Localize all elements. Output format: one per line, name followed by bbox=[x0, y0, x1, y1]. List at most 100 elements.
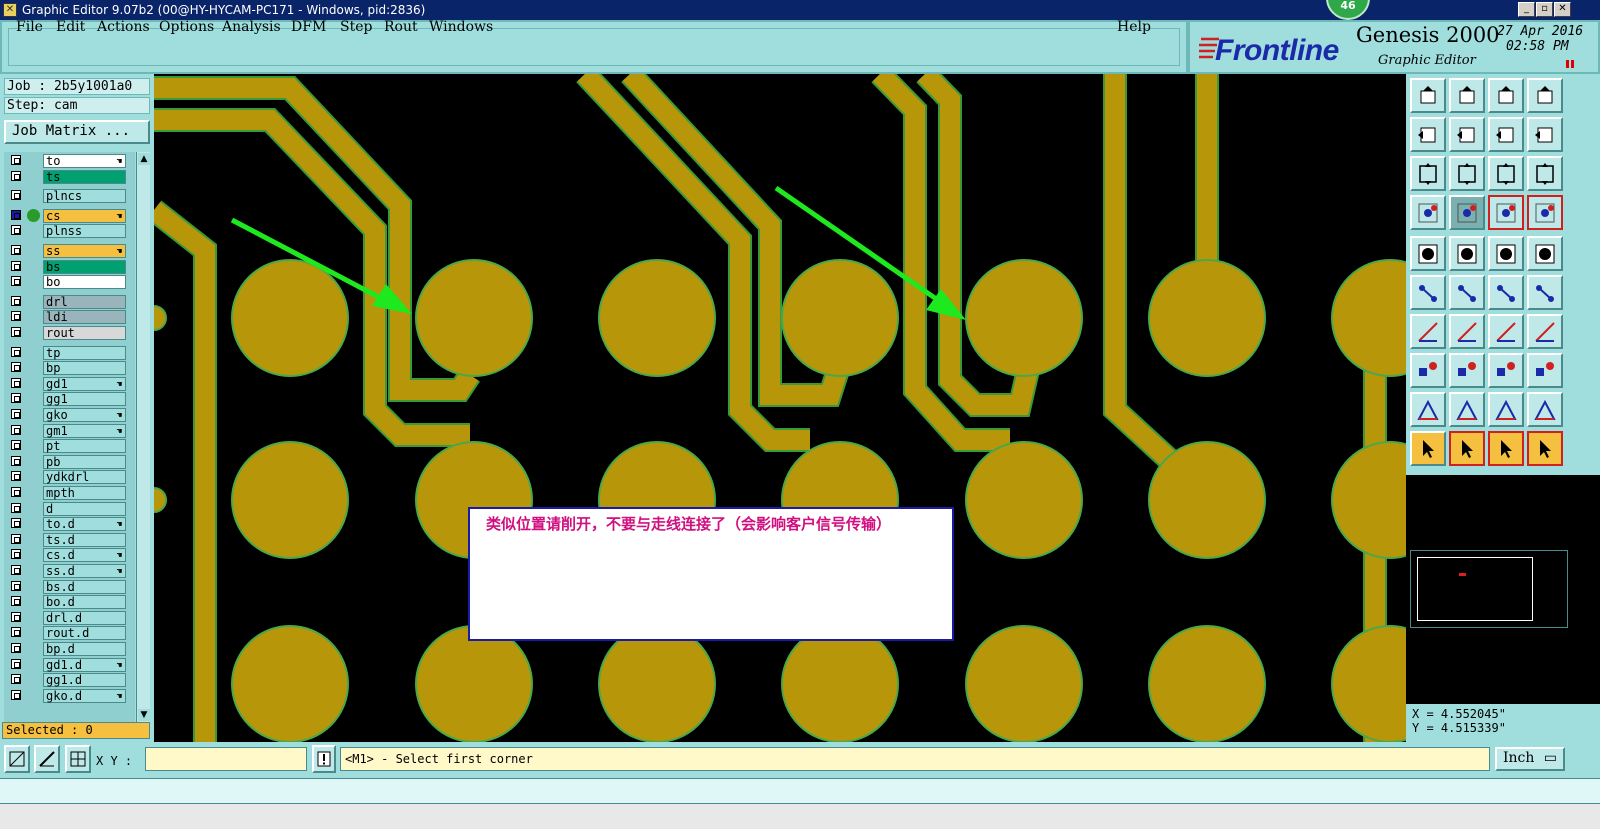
snap-button[interactable] bbox=[1488, 195, 1524, 230]
layer-row[interactable]: bs.d bbox=[8, 579, 126, 594]
layer-row[interactable]: gd1.d ☚ bbox=[8, 657, 126, 672]
select-poly-button[interactable] bbox=[1488, 431, 1524, 466]
layer-row[interactable]: gd1 ☚ bbox=[8, 376, 126, 391]
layer-checkbox[interactable] bbox=[11, 596, 21, 607]
layer-row[interactable]: d bbox=[8, 501, 126, 516]
split-button[interactable] bbox=[1449, 353, 1485, 388]
layer-checkbox[interactable] bbox=[11, 260, 21, 271]
layer-row[interactable]: rout bbox=[8, 326, 126, 340]
layer-row[interactable]: to ☚ bbox=[8, 154, 126, 168]
layer-row[interactable]: rout.d bbox=[8, 626, 126, 641]
snap-grid-button[interactable] bbox=[65, 745, 91, 773]
layer-row[interactable]: gko ☚ bbox=[8, 408, 126, 422]
alert-button[interactable] bbox=[312, 745, 336, 773]
layer-checkbox[interactable] bbox=[11, 643, 21, 653]
menu-windows[interactable]: Windows bbox=[429, 19, 493, 35]
layer-row[interactable]: ss.d ☚ bbox=[8, 564, 126, 578]
layer-checkbox[interactable] bbox=[11, 393, 21, 404]
zoom-fit-button[interactable] bbox=[1410, 156, 1446, 191]
snap-pad-button[interactable] bbox=[1527, 195, 1563, 230]
line-tool-button[interactable] bbox=[1449, 314, 1485, 349]
layer-checkbox[interactable] bbox=[11, 362, 21, 373]
overview-map[interactable] bbox=[1410, 550, 1568, 628]
layer-checkbox[interactable] bbox=[11, 580, 21, 591]
zoom-1-2-button[interactable] bbox=[1488, 156, 1524, 191]
pan-left-button[interactable] bbox=[1410, 117, 1446, 152]
layer-row[interactable]: gm1 ☚ bbox=[8, 423, 126, 438]
layer-row[interactable]: bo.d bbox=[8, 595, 126, 610]
maximize-button[interactable]: ▫ bbox=[1536, 2, 1553, 17]
scroll-down-icon[interactable]: ▼ bbox=[138, 709, 150, 721]
layer-checkbox[interactable] bbox=[11, 440, 21, 451]
menu-file[interactable]: File bbox=[16, 19, 43, 35]
menu-analysis[interactable]: Analysis bbox=[222, 19, 281, 35]
layer-checkbox[interactable] bbox=[11, 549, 21, 560]
layer-row[interactable]: ts.d bbox=[8, 532, 126, 547]
ruler-button[interactable] bbox=[1488, 236, 1524, 271]
layer-checkbox[interactable] bbox=[11, 689, 21, 700]
layer-checkbox[interactable] bbox=[11, 170, 21, 181]
select-button[interactable] bbox=[1410, 431, 1446, 466]
layer-row[interactable]: tp bbox=[8, 345, 126, 360]
text-button[interactable] bbox=[1527, 314, 1563, 349]
menu-actions[interactable]: Actions bbox=[97, 19, 150, 35]
tools-button[interactable] bbox=[1410, 195, 1446, 230]
layer-row[interactable]: bo bbox=[8, 275, 126, 290]
layer-row[interactable]: gg1.d bbox=[8, 673, 126, 688]
add-pad-button[interactable] bbox=[1410, 236, 1446, 271]
layer-checkbox[interactable] bbox=[11, 295, 21, 306]
split-view-button[interactable] bbox=[1527, 78, 1563, 113]
home-button[interactable] bbox=[1488, 78, 1524, 113]
layer-checkbox[interactable] bbox=[11, 658, 21, 669]
layer-checkbox[interactable] bbox=[11, 155, 21, 165]
layer-checkbox[interactable] bbox=[11, 627, 21, 638]
move-feature-button[interactable] bbox=[1527, 275, 1563, 310]
pan-right-button[interactable] bbox=[1449, 117, 1485, 152]
layer-checkbox[interactable] bbox=[11, 377, 21, 388]
job-matrix-button[interactable]: Job Matrix ... bbox=[4, 120, 150, 144]
layer-row[interactable]: gko.d ☚ bbox=[8, 688, 126, 703]
layer-checkbox[interactable] bbox=[11, 502, 21, 513]
layer-checkbox[interactable] bbox=[11, 245, 21, 255]
redo-view-button[interactable] bbox=[1527, 117, 1563, 152]
layer-row[interactable]: plncs bbox=[8, 189, 126, 204]
layer-row[interactable]: gg1 bbox=[8, 392, 126, 407]
pan-down-button[interactable] bbox=[1449, 78, 1485, 113]
layer-row[interactable]: mpth bbox=[8, 486, 126, 500]
select-path-button[interactable] bbox=[1527, 431, 1563, 466]
layer-checkbox[interactable] bbox=[11, 276, 21, 287]
graphic-canvas[interactable] bbox=[154, 74, 1406, 742]
layer-checkbox[interactable] bbox=[11, 565, 21, 575]
layer-row[interactable]: ydkdrl bbox=[8, 470, 126, 485]
layer-checkbox[interactable] bbox=[11, 471, 21, 482]
layer-checkbox[interactable] bbox=[11, 424, 21, 435]
layer-checkbox[interactable] bbox=[11, 409, 21, 419]
layer-row[interactable]: drl.d bbox=[8, 610, 126, 625]
add-surface-button[interactable] bbox=[1527, 236, 1563, 271]
arch-up-button[interactable] bbox=[1527, 392, 1563, 427]
measure-button[interactable] bbox=[1488, 353, 1524, 388]
layer-checkbox[interactable] bbox=[11, 455, 21, 466]
layer-row[interactable]: pb bbox=[8, 454, 126, 469]
arch-button[interactable] bbox=[1488, 392, 1524, 427]
add-line-button[interactable] bbox=[1449, 236, 1485, 271]
minimize-button[interactable]: _ bbox=[1518, 2, 1535, 17]
layer-row[interactable]: cs.d ☚ bbox=[8, 548, 126, 563]
scroll-up-icon[interactable]: ▲ bbox=[138, 153, 150, 165]
add-line-tool-button[interactable] bbox=[1410, 314, 1446, 349]
arc-button[interactable] bbox=[1488, 314, 1524, 349]
grid-button[interactable] bbox=[1449, 195, 1485, 230]
zoom-window-button[interactable] bbox=[4, 745, 30, 773]
menu-dfm[interactable]: DFM bbox=[291, 19, 326, 35]
layer-checkbox[interactable] bbox=[11, 225, 21, 236]
menu-options[interactable]: Options bbox=[159, 19, 214, 35]
close-button[interactable]: ✕ bbox=[1554, 2, 1571, 17]
select-box-button[interactable] bbox=[1449, 431, 1485, 466]
layer-row[interactable]: bs bbox=[8, 259, 126, 274]
layer-row[interactable]: drl bbox=[8, 294, 126, 309]
unit-selector[interactable]: Inch ▭ bbox=[1495, 747, 1565, 771]
layer-row[interactable]: plnss bbox=[8, 224, 126, 239]
layer-row[interactable]: pt bbox=[8, 439, 126, 454]
help-button[interactable] bbox=[1527, 156, 1563, 191]
layer-checkbox[interactable] bbox=[11, 311, 21, 322]
